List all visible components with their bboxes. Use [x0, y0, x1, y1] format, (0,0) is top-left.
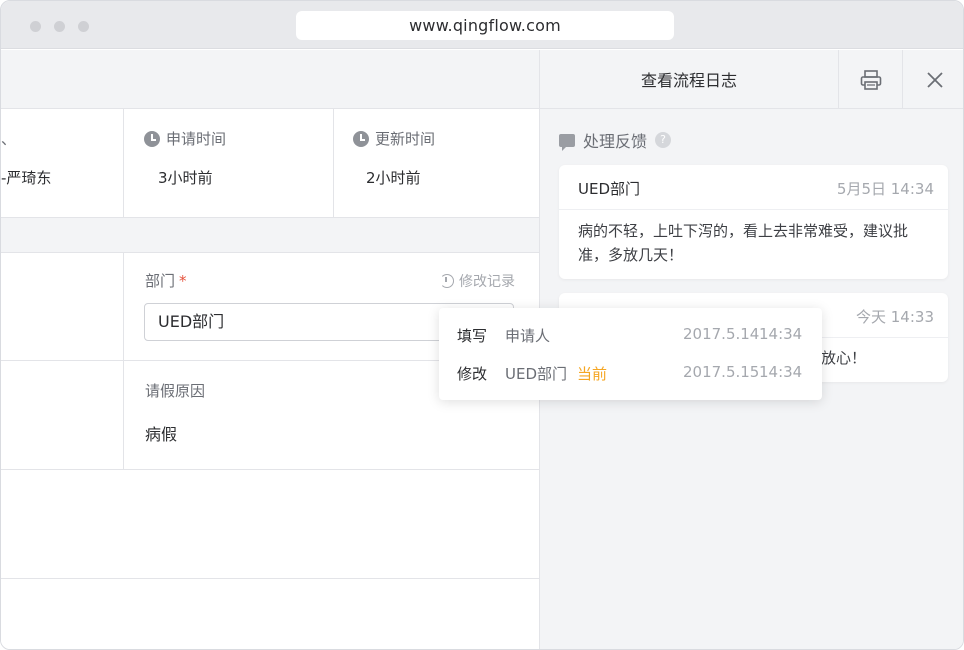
department-field-label: 部门 * [145, 270, 187, 291]
log-panel-title: 查看流程日志 [640, 71, 737, 90]
chat-bubble-icon [559, 133, 575, 151]
section-divider-band [1, 217, 539, 253]
update-time-label-text: 更新时间 [375, 130, 436, 148]
comment-author: UED部门 [578, 180, 641, 198]
comment-card-header: UED部门 5月5日 14:34 [559, 165, 948, 210]
close-icon [926, 71, 943, 88]
print-button[interactable] [839, 50, 902, 109]
history-action: 修改 [457, 365, 488, 383]
history-time: 14:34 [759, 325, 803, 343]
form-header-bar [1, 50, 539, 109]
reason-field-label: 请假原因 [145, 382, 206, 400]
printer-icon [860, 69, 881, 90]
history-link[interactable]: 修改记录 [440, 271, 515, 291]
meta-divider [123, 109, 124, 217]
history-actor: UED部门 [505, 365, 568, 383]
row-divider [1, 469, 539, 470]
apply-time-value: 3小时前 [158, 169, 213, 187]
window-maximize-dot[interactable] [78, 21, 89, 32]
apply-time-label-text: 申请时间 [166, 130, 227, 148]
current-version-tag: 当前 [577, 365, 608, 383]
history-actor: 申请人 [505, 327, 551, 345]
history-date: 2017.5.14 [683, 325, 760, 343]
comment-text: 病的不轻，上吐下泻的，看上去非常难受，建议批准，多放几天！ [578, 222, 909, 264]
field-divider [123, 253, 124, 469]
meta-partial-value: -严琦东 [1, 169, 52, 187]
feedback-section-title: 处理反馈 ? [559, 128, 672, 152]
department-label-text: 部门 [145, 272, 176, 290]
meta-divider [333, 109, 334, 217]
feedback-title-text: 处理反馈 [583, 132, 648, 151]
window-close-dot[interactable] [30, 21, 41, 32]
address-bar[interactable]: www.qingflow.com [296, 11, 674, 40]
close-button[interactable] [903, 50, 963, 109]
clock-icon [144, 130, 160, 147]
history-date: 2017.5.15 [683, 363, 760, 381]
browser-window: www.qingflow.com 、 -严琦东 申请时间 3小时前 更新时间 2… [0, 0, 964, 650]
history-icon [440, 274, 454, 288]
help-icon[interactable]: ? [655, 132, 672, 148]
update-time-value: 2小时前 [366, 169, 421, 187]
history-popover: 填写 申请人 2017.5.14 14:34 修改 UED部门 当前 2017.5… [439, 308, 822, 400]
update-time-label: 更新时间 [353, 128, 435, 149]
reason-field-value: 病假 [145, 425, 178, 444]
window-minimize-dot[interactable] [54, 21, 65, 32]
history-time: 14:34 [759, 363, 803, 381]
history-action: 填写 [457, 327, 488, 345]
comment-time: 今天 14:33 [856, 308, 934, 326]
clock-icon [353, 130, 369, 147]
comment-time: 5月5日 14:34 [836, 180, 934, 198]
browser-titlebar: www.qingflow.com [1, 1, 963, 49]
row-divider [1, 578, 539, 579]
comment-card: UED部门 5月5日 14:34 病的不轻，上吐下泻的，看上去非常难受，建议批准… [559, 165, 948, 279]
meta-partial-label: 、 [1, 130, 17, 148]
history-actor-group: UED部门 当前 [505, 363, 607, 384]
required-mark: * [179, 272, 187, 290]
log-panel-header: 查看流程日志 [540, 50, 963, 109]
history-link-label: 修改记录 [459, 274, 515, 290]
history-row: 填写 申请人 2017.5.14 14:34 [439, 325, 822, 345]
history-row: 修改 UED部门 当前 2017.5.15 14:34 [439, 363, 822, 383]
apply-time-label: 申请时间 [144, 128, 226, 149]
